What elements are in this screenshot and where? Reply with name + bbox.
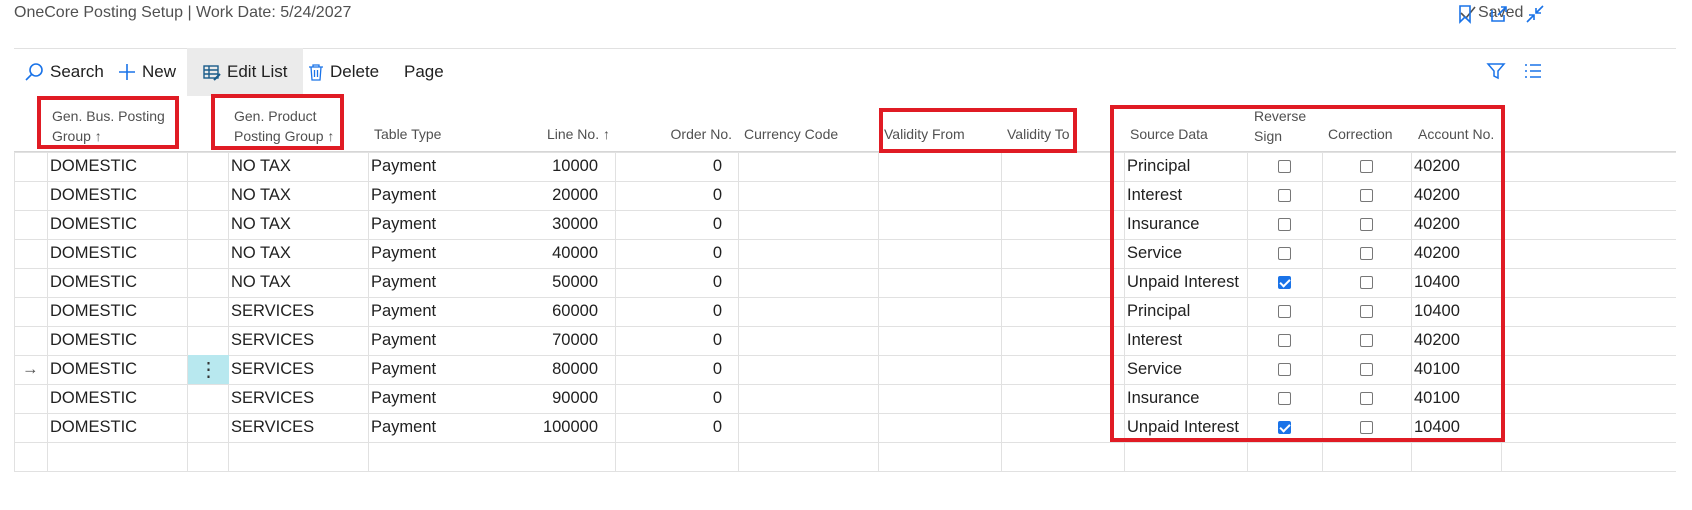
cell-gen-prod-posting-group[interactable]: SERVICES (231, 412, 361, 443)
cell-order-no[interactable]: 0 (634, 151, 722, 182)
cell-gen-prod-posting-group[interactable]: SERVICES (231, 383, 361, 414)
col-currency-code[interactable]: Currency Code (744, 124, 838, 144)
trash-icon (309, 64, 323, 81)
cell-table-type[interactable]: Payment (371, 238, 501, 269)
cell-gen-bus-posting-group[interactable]: DOMESTIC (50, 383, 180, 414)
cell-gen-prod-posting-group[interactable]: NO TAX (231, 151, 361, 182)
cell-gen-bus-posting-group[interactable]: DOMESTIC (50, 267, 180, 298)
cell-order-no[interactable]: 0 (634, 238, 722, 269)
filter-icon[interactable] (1486, 61, 1506, 81)
edit-list-icon (203, 65, 221, 81)
delete-label: Delete (330, 62, 380, 81)
cell-line-no[interactable]: 10000 (514, 151, 598, 182)
cell-table-type[interactable]: Payment (371, 325, 501, 356)
cell-gen-prod-posting-group[interactable]: NO TAX (231, 267, 361, 298)
cell-gen-bus-posting-group[interactable]: DOMESTIC (50, 238, 180, 269)
edit-list-button[interactable]: Edit List (187, 48, 304, 96)
cell-gen-bus-posting-group[interactable]: DOMESTIC (50, 296, 180, 327)
cell-table-type[interactable]: Payment (371, 180, 501, 211)
search-label: Search (50, 62, 104, 81)
delete-button[interactable]: Delete (308, 48, 379, 96)
col-order-no[interactable]: Order No. (644, 124, 732, 144)
cell-gen-bus-posting-group[interactable]: DOMESTIC (50, 325, 180, 356)
open-new-window-icon[interactable] (1488, 3, 1510, 25)
cell-line-no[interactable]: 40000 (514, 238, 598, 269)
cell-gen-bus-posting-group[interactable]: DOMESTIC (50, 209, 180, 240)
cell-gen-prod-posting-group[interactable]: SERVICES (231, 296, 361, 327)
cell-table-type[interactable]: Payment (371, 267, 501, 298)
edit-list-label: Edit List (227, 62, 288, 81)
row-divider (14, 471, 1676, 472)
search-button[interactable]: Search (24, 48, 104, 96)
action-bar: Search New Edit List Delete Page (14, 48, 1676, 96)
cell-line-no[interactable]: 50000 (514, 267, 598, 298)
cell-gen-bus-posting-group[interactable]: DOMESTIC (50, 180, 180, 211)
cell-table-type[interactable]: Payment (371, 151, 501, 182)
selected-row-arrow-icon: → (22, 360, 39, 378)
cell-gen-prod-posting-group[interactable]: SERVICES (231, 354, 361, 385)
cell-table-type[interactable]: Payment (371, 354, 501, 385)
cell-order-no[interactable]: 0 (634, 383, 722, 414)
cell-gen-prod-posting-group[interactable]: NO TAX (231, 209, 361, 240)
cell-line-no[interactable]: 100000 (514, 412, 598, 443)
search-icon (25, 63, 43, 81)
cell-gen-bus-posting-group[interactable]: DOMESTIC (50, 354, 180, 385)
cell-order-no[interactable]: 0 (634, 209, 722, 240)
cell-table-type[interactable]: Payment (371, 209, 501, 240)
cell-order-no[interactable]: 0 (634, 412, 722, 443)
cell-gen-prod-posting-group[interactable]: SERVICES (231, 325, 361, 356)
cell-order-no[interactable]: 0 (634, 267, 722, 298)
cell-table-type[interactable]: Payment (371, 383, 501, 414)
cell-line-no[interactable]: 90000 (514, 383, 598, 414)
page-label: Page (404, 62, 444, 81)
page-menu-button[interactable]: Page (404, 48, 444, 96)
cell-table-type[interactable]: Payment (371, 296, 501, 327)
cell-gen-bus-posting-group[interactable]: DOMESTIC (50, 412, 180, 443)
cell-line-no[interactable]: 20000 (514, 180, 598, 211)
posting-setup-list: Gen. Bus. Posting Group ↑ Gen. Product P… (14, 94, 1676, 510)
cell-table-type[interactable]: Payment (371, 412, 501, 443)
col-line-no[interactable]: Line No. ↑ (524, 124, 610, 144)
col-table-type[interactable]: Table Type (374, 124, 441, 144)
cell-line-no[interactable]: 70000 (514, 325, 598, 356)
cell-order-no[interactable]: 0 (634, 180, 722, 211)
cell-line-no[interactable]: 80000 (514, 354, 598, 385)
new-label: New (142, 62, 177, 81)
highlight-box-bus-group (37, 96, 179, 149)
cell-line-no[interactable]: 30000 (514, 209, 598, 240)
highlight-box-validity (879, 108, 1077, 153)
list-view-icon[interactable] (1524, 62, 1542, 80)
bookmark-icon[interactable] (1454, 3, 1476, 25)
cell-order-no[interactable]: 0 (634, 354, 722, 385)
new-button[interactable]: New (118, 48, 176, 96)
cell-gen-prod-posting-group[interactable]: NO TAX (231, 238, 361, 269)
cell-order-no[interactable]: 0 (634, 325, 722, 356)
row-menu-icon[interactable]: ⋮ (188, 355, 229, 384)
collapse-icon[interactable] (1524, 3, 1546, 25)
page-title: OneCore Posting Setup | Work Date: 5/24/… (14, 4, 352, 21)
highlight-box-prod-group (211, 94, 344, 150)
cell-gen-prod-posting-group[interactable]: NO TAX (231, 180, 361, 211)
cell-gen-bus-posting-group[interactable]: DOMESTIC (50, 151, 180, 182)
cell-line-no[interactable]: 60000 (514, 296, 598, 327)
plus-icon (119, 64, 135, 80)
highlight-box-posting-detail (1110, 105, 1505, 442)
cell-order-no[interactable]: 0 (634, 296, 722, 327)
